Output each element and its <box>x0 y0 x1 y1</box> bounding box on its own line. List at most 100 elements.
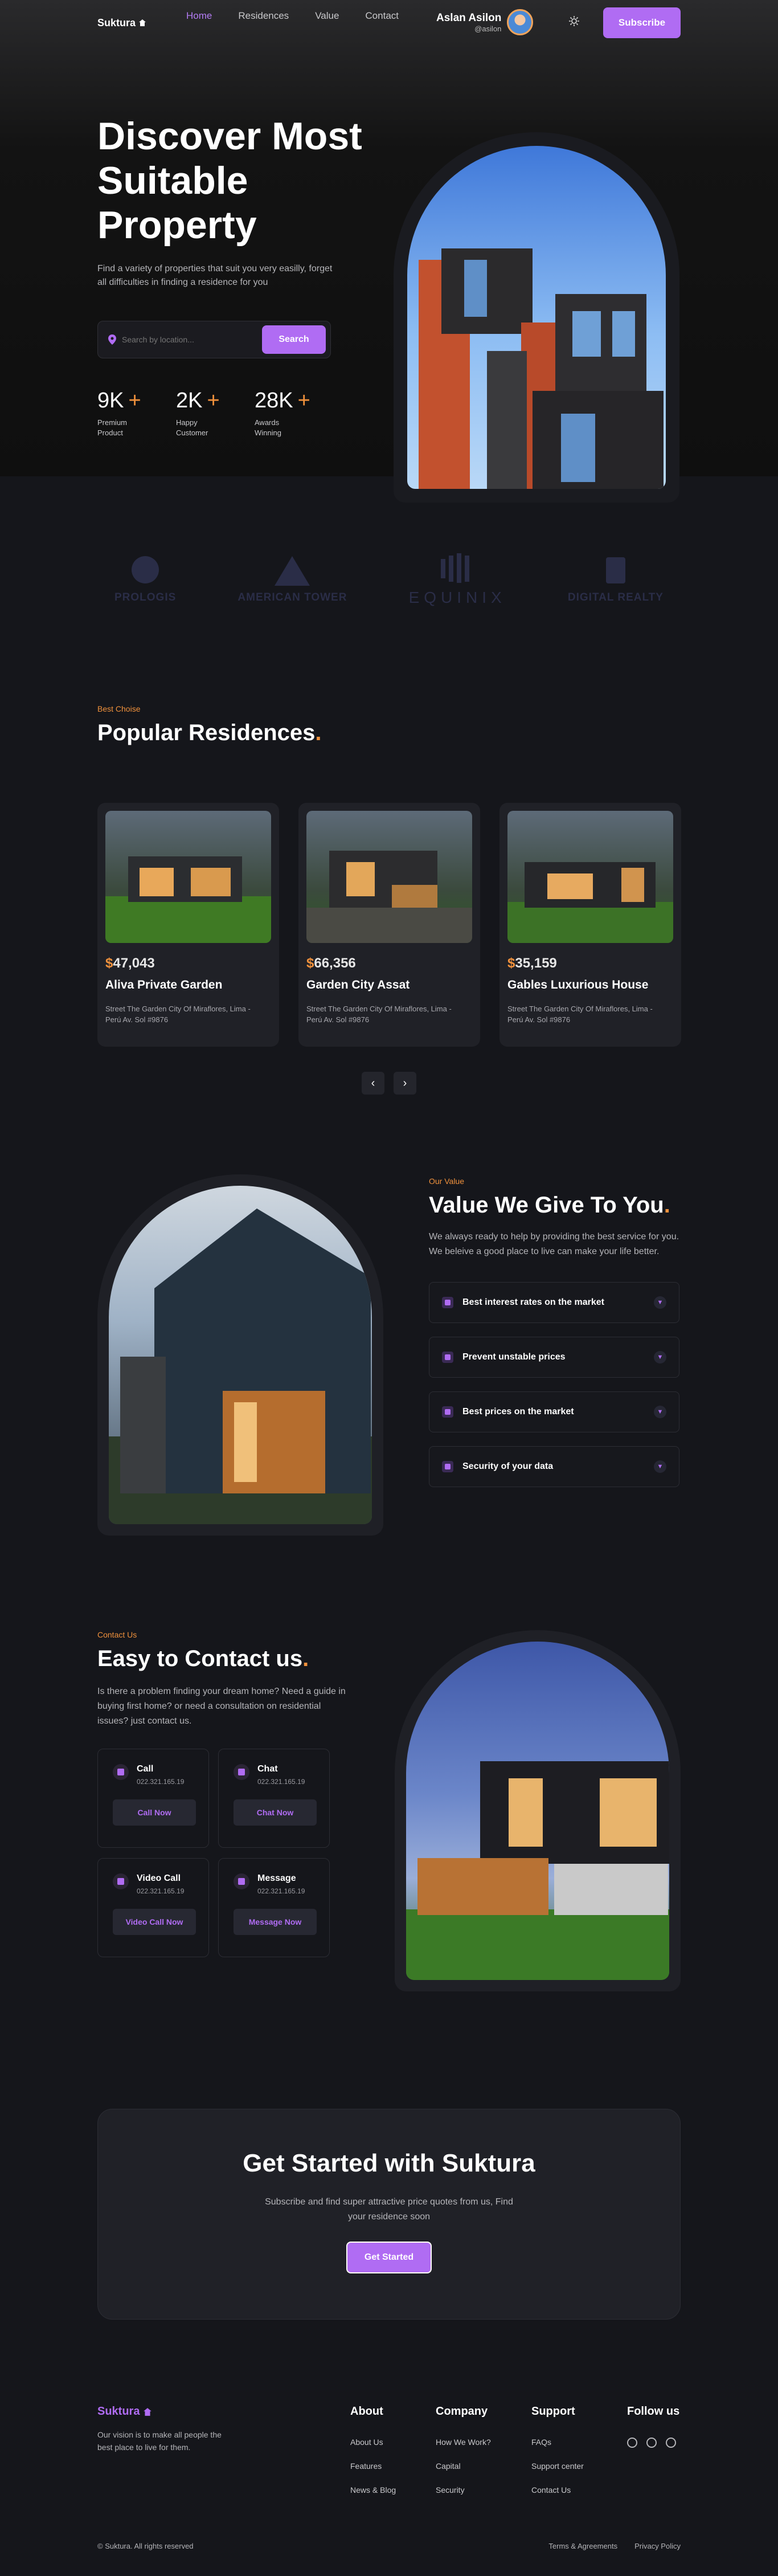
pinterest-icon[interactable] <box>666 2438 676 2448</box>
hero-section: Suktura Home Residences Value Contact As… <box>0 0 778 503</box>
get-started-banner: Get Started with Suktura Subscribe and f… <box>97 2109 681 2320</box>
nav-link-residences[interactable]: Residences <box>238 10 289 22</box>
title-text: Value We Give To You <box>429 1193 664 1218</box>
chat-icon <box>234 1764 249 1780</box>
hero-stats: 9K + Premium Product 2K + Happy Customer 2… <box>97 389 310 438</box>
location-pin-icon <box>108 334 116 345</box>
footer-link-faqs[interactable]: FAQs <box>531 2438 584 2447</box>
prev-arrow-button[interactable]: ‹ <box>362 1072 384 1095</box>
value-title: Value We Give To You. <box>429 1193 679 1218</box>
stat-value-row: 9K + <box>97 389 149 413</box>
footer-link-capital[interactable]: Capital <box>436 2461 491 2471</box>
chevron-down-icon[interactable]: ▼ <box>654 1296 666 1309</box>
footer-link-security[interactable]: Security <box>436 2485 491 2495</box>
theme-toggle-sun-icon[interactable] <box>569 16 579 26</box>
residences-eyebrow: Best Choise <box>97 704 141 713</box>
cta-subtitle: Subscribe and find super attractive pric… <box>265 2197 513 2222</box>
legal-links: Terms & Agreements Privacy Policy <box>548 2542 681 2550</box>
accordion-item[interactable]: Best interest rates on the market ▼ <box>429 1282 679 1323</box>
partner-name: EQUINIX <box>408 589 506 606</box>
american-tower-logo-icon <box>275 556 310 586</box>
residence-photo <box>507 811 673 943</box>
partner-american-tower: AMERICAN TOWER <box>238 554 347 604</box>
footer-column-about: About About Us Features News & Blog <box>350 2405 396 2495</box>
footer-link-news-blog[interactable]: News & Blog <box>350 2485 396 2495</box>
value-eyebrow: Our Value <box>429 1177 464 1186</box>
contact-section: Contact Us Easy to Contact us. Is there … <box>97 1630 681 1995</box>
residence-card[interactable]: $66,356 Garden City Assat Street The Gar… <box>298 803 480 1047</box>
stat-premium-product: 9K + Premium Product <box>97 389 149 438</box>
chevron-down-icon[interactable]: ▼ <box>654 1351 666 1363</box>
contact-card-call: Call 022.321.165.19 Call Now <box>97 1749 209 1848</box>
contact-card-header: Chat 022.321.165.19 <box>234 1764 314 1786</box>
contact-title: Easy to Contact us. <box>97 1646 348 1672</box>
stat-label: Premium Product <box>97 418 128 437</box>
get-started-button[interactable]: Get Started <box>346 2242 432 2273</box>
contact-text: Contact Us Easy to Contact us. Is there … <box>97 1630 348 1729</box>
user-profile[interactable]: Aslan Asilon @asilon <box>436 9 534 35</box>
footer-follow-title: Follow us <box>627 2405 680 2418</box>
footer-column-title: Support <box>531 2405 575 2418</box>
equinix-logo-icon <box>441 553 470 583</box>
nav-link-value[interactable]: Value <box>315 10 339 22</box>
avatar[interactable] <box>507 9 534 35</box>
chat-now-button[interactable]: Chat Now <box>234 1799 317 1826</box>
residence-photo <box>105 811 271 943</box>
chart-icon <box>442 1406 453 1418</box>
terms-link[interactable]: Terms & Agreements <box>548 2542 617 2550</box>
footer-column-follow: Follow us <box>627 2405 679 2448</box>
contact-house-image <box>406 1642 669 1980</box>
stat-awards-winning: 28K + Awards Winning <box>255 389 310 438</box>
house-illustration <box>105 856 271 943</box>
footer-link-how-we-work[interactable]: How We Work? <box>436 2438 491 2447</box>
residence-price: $35,159 <box>507 956 673 971</box>
hero-subtitle: Find a variety of properties that suit y… <box>97 264 333 287</box>
accordion-item[interactable]: Best prices on the market ▼ <box>429 1391 679 1432</box>
footer-link-contact-us[interactable]: Contact Us <box>531 2485 584 2495</box>
home-icon <box>144 2407 152 2416</box>
search-bar: Search <box>97 321 331 358</box>
hero-image-frame <box>394 132 679 503</box>
search-input[interactable] <box>122 335 262 344</box>
subscribe-button[interactable]: Subscribe <box>603 7 681 38</box>
next-arrow-button[interactable]: › <box>394 1072 416 1095</box>
facebook-icon[interactable] <box>627 2438 637 2448</box>
video-call-now-button[interactable]: Video Call Now <box>113 1909 196 1935</box>
price-value: 47,043 <box>113 956 155 971</box>
accordion-item[interactable]: Prevent unstable prices ▼ <box>429 1337 679 1378</box>
footer-link-about-us[interactable]: About Us <box>350 2438 396 2447</box>
title-text: Easy to Contact us <box>97 1646 303 1671</box>
night-house-illustration <box>406 1761 669 1980</box>
location-icon <box>442 1297 453 1308</box>
nav-link-home[interactable]: Home <box>186 10 212 22</box>
call-now-button[interactable]: Call Now <box>113 1799 196 1826</box>
footer-logo-text: Suktura <box>97 2405 140 2418</box>
privacy-link[interactable]: Privacy Policy <box>634 2542 681 2550</box>
search-button[interactable]: Search <box>262 325 326 354</box>
stat-value-row: 2K + <box>176 389 227 413</box>
contact-number: 022.321.165.19 <box>137 1778 185 1786</box>
stat-label: Awards Winning <box>255 418 281 437</box>
nav-link-contact[interactable]: Contact <box>365 10 399 22</box>
residence-card[interactable]: $35,159 Gables Luxurious House Street Th… <box>499 803 681 1047</box>
instagram-icon[interactable] <box>646 2438 657 2448</box>
title-dot: . <box>664 1193 670 1218</box>
contact-name: Chat <box>257 1764 278 1774</box>
accordion-item[interactable]: Security of your data ▼ <box>429 1446 679 1487</box>
price-value: 66,356 <box>314 956 356 971</box>
contact-card-video-call: Video Call 022.321.165.19 Video Call Now <box>97 1858 209 1957</box>
contact-name: Video Call <box>137 1873 181 1883</box>
message-now-button[interactable]: Message Now <box>234 1909 317 1935</box>
logo[interactable]: Suktura <box>97 17 146 29</box>
title-dot: . <box>315 720 322 745</box>
stat-plus: + <box>297 389 310 413</box>
footer-link-support-center[interactable]: Support center <box>531 2461 584 2471</box>
chevron-down-icon[interactable]: ▼ <box>654 1406 666 1418</box>
residences-title: Popular Residences. <box>97 720 681 746</box>
home-icon <box>139 19 146 26</box>
user-name: Aslan Asilon <box>436 11 502 24</box>
residence-card[interactable]: $47,043 Aliva Private Garden Street The … <box>97 803 279 1047</box>
chevron-down-icon[interactable]: ▼ <box>654 1460 666 1473</box>
stat-value: 9K <box>97 389 124 413</box>
footer-link-features[interactable]: Features <box>350 2461 396 2471</box>
